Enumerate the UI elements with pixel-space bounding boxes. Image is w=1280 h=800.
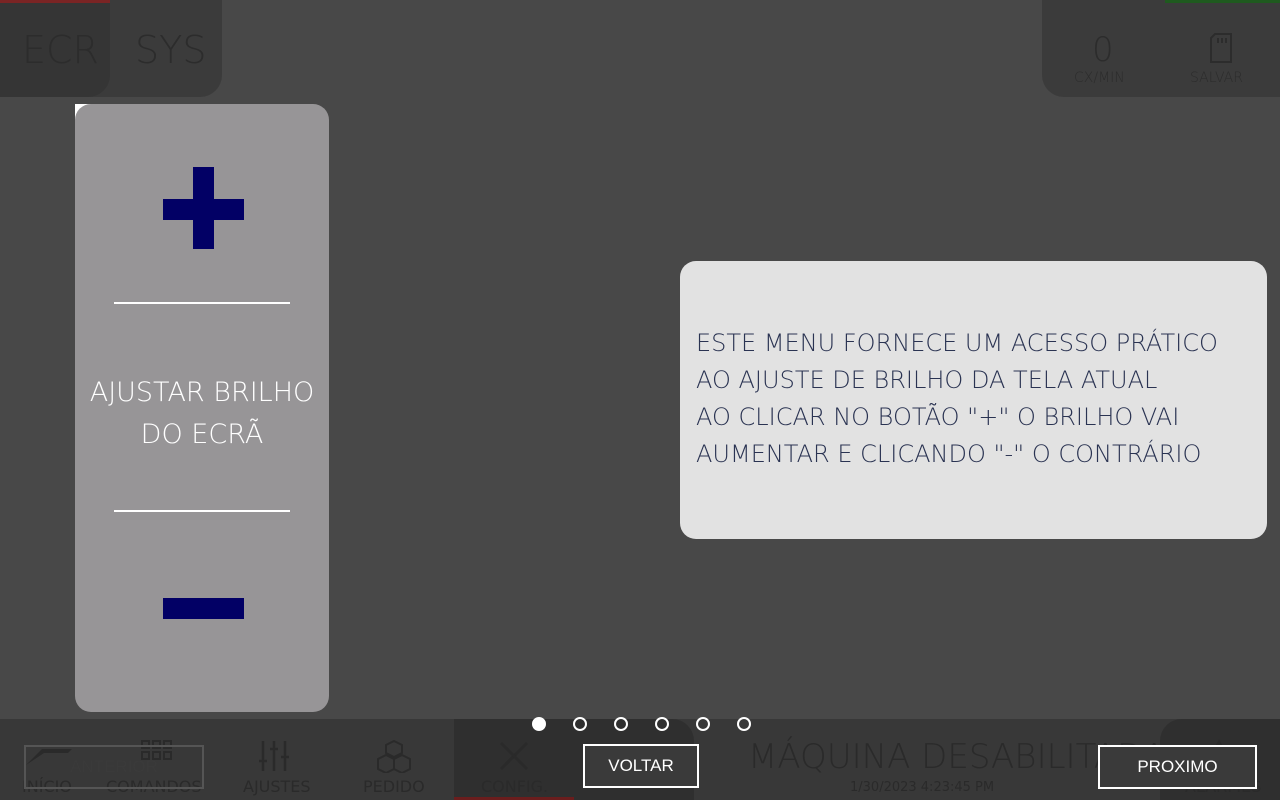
sd-card-icon[interactable] bbox=[1209, 33, 1233, 63]
divider-bottom bbox=[114, 510, 290, 512]
brightness-label: AJUSTAR BRILHO DO ECRÃ bbox=[75, 372, 329, 456]
info-line-3: AO CLICAR NO BOTÃO "+" O BRILHO VAI bbox=[696, 403, 1180, 431]
screen-tabs: ECR SYS bbox=[0, 0, 222, 97]
info-line-4: AUMENTAR E CLICANDO "-" O CONTRÁRIO bbox=[696, 440, 1202, 468]
brightness-panel: AJUSTAR BRILHO DO ECRÃ bbox=[75, 104, 329, 712]
tutorial-pagination bbox=[532, 717, 752, 733]
plus-icon-bar[interactable] bbox=[163, 199, 244, 220]
back-button[interactable]: VOLTAR bbox=[583, 744, 699, 788]
page-dot-5[interactable] bbox=[696, 717, 710, 731]
info-line-2: AO AJUSTE DE BRILHO DA TELA ATUAL bbox=[696, 366, 1158, 394]
tab-sys-label[interactable]: SYS bbox=[135, 28, 206, 72]
previous-button[interactable]: ANTERIOR bbox=[24, 745, 204, 789]
nav-item-config[interactable]: CONFIG. bbox=[481, 777, 548, 796]
save-label[interactable]: SALVAR bbox=[1190, 70, 1243, 86]
brightness-label-line2: DO ECRÃ bbox=[140, 419, 264, 450]
divider-top bbox=[114, 302, 290, 304]
brightness-label-line1: AJUSTAR BRILHO bbox=[89, 377, 315, 408]
info-line-1: ESTE MENU FORNECE UM ACESSO PRÁTICO bbox=[696, 329, 1218, 357]
rate-counter-unit: CX/MIN bbox=[1074, 70, 1125, 86]
page-dot-1[interactable] bbox=[532, 717, 546, 731]
tutorial-info-box: ESTE MENU FORNECE UM ACESSO PRÁTICO AO A… bbox=[680, 261, 1267, 539]
nav-item-ajustes[interactable]: AJUSTES bbox=[243, 777, 311, 796]
tab-accent-line bbox=[0, 0, 110, 3]
next-button[interactable]: PROXIMO bbox=[1098, 745, 1257, 789]
status-timestamp: 1/30/2023 4:23:45 PM bbox=[850, 780, 995, 795]
page-dot-4[interactable] bbox=[655, 717, 669, 731]
page-dot-6[interactable] bbox=[737, 717, 751, 731]
tools-icon bbox=[499, 741, 529, 771]
rate-counter-value: 0 bbox=[1092, 30, 1114, 70]
nav-item-pedido[interactable]: PEDIDO bbox=[363, 777, 425, 796]
page-dot-2[interactable] bbox=[573, 717, 587, 731]
page-dot-3[interactable] bbox=[614, 717, 628, 731]
top-right-status: 0 CX/MIN SALVAR bbox=[1042, 0, 1280, 97]
tab-ecr-label: ECR bbox=[22, 28, 99, 72]
boxes-icon bbox=[377, 739, 411, 773]
status-accent-line bbox=[1165, 0, 1280, 3]
sliders-icon bbox=[259, 741, 289, 771]
minus-icon[interactable] bbox=[163, 598, 244, 619]
